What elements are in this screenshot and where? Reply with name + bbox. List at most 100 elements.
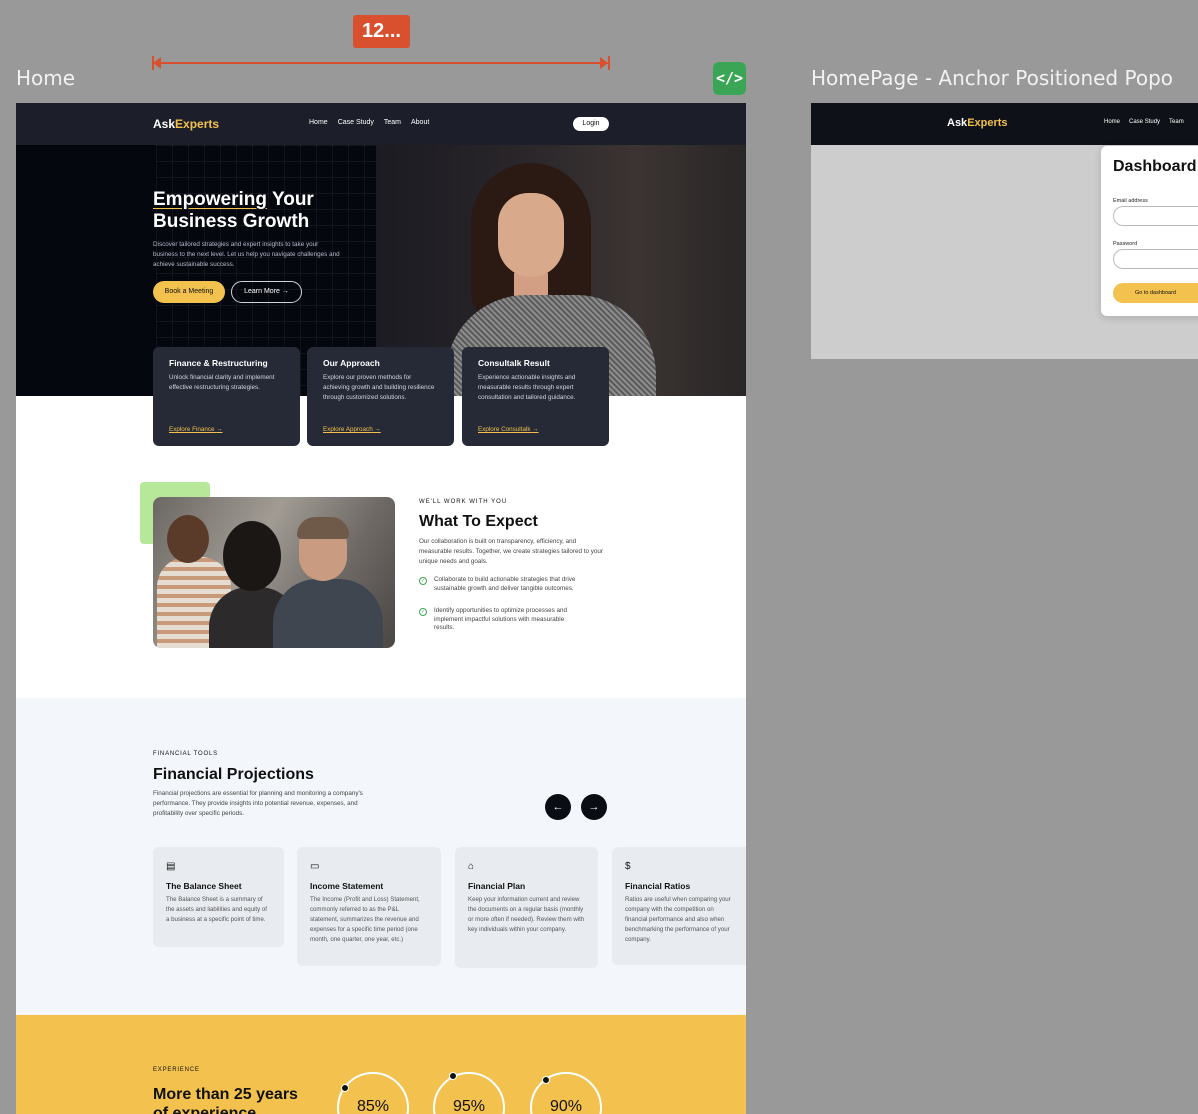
book-meeting-button[interactable]: Book a Meeting [153,281,225,303]
service-card-title: Our Approach [323,358,380,368]
popover-frame: AskExperts Home Case Study Team Dashboar… [811,103,1198,359]
password-field[interactable] [1113,249,1198,269]
hero-person-face [498,193,564,277]
person-head [167,515,209,563]
email-field[interactable] [1113,206,1198,226]
arrow-left-icon [153,57,161,69]
service-card-text: Experience actionable insights and measu… [478,374,576,401]
nav-link-team[interactable]: Team [1169,119,1184,125]
login-button[interactable]: Login [573,117,609,131]
carousel-next-button[interactable]: → [581,794,607,820]
go-to-dashboard-button[interactable]: Go to dashboard [1113,283,1198,303]
logo-text-experts: Experts [967,117,1008,129]
navbar: AskExperts Home Case Study Team About Lo… [16,103,746,145]
tools-description: Financial projections are essential for … [153,790,363,817]
tool-card-income-statement[interactable]: ▭ Income Statement The Income (Profit an… [297,847,441,966]
team-meeting-image [153,497,395,648]
link-label: Explore Finance [169,426,215,433]
tool-card-text: The Balance Sheet is a summary of the as… [166,896,267,923]
tool-card-title: Income Statement [310,881,384,891]
hero-title-line2: Business Growth [153,211,310,232]
logo[interactable]: AskExperts [153,117,219,131]
service-card-finance[interactable]: Finance & Restructuring Unlock financial… [153,347,300,446]
tools-kicker: FINANCIAL TOOLS [153,751,218,757]
explore-approach-link[interactable]: Explore Approach → [323,426,381,433]
stat-dot [449,1072,457,1080]
hero-description: Discover tailored strategies and expert … [153,241,340,268]
tools-title: Financial Projections [153,766,314,783]
learn-more-label: Learn More [244,288,280,295]
stat-dot [542,1076,550,1084]
home-frame: AskExperts Home Case Study Team About Lo… [16,103,746,1114]
service-card-approach[interactable]: Our Approach Explore our proven methods … [307,347,454,446]
arrow-right-icon: → [281,288,289,295]
explore-consultalk-link[interactable]: Explore Consultalk → [478,426,539,433]
nav-links: Home Case Study Team About [309,119,429,126]
tool-card-financial-ratios[interactable]: $ Financial Ratios Ratios are useful whe… [612,847,746,965]
logo-text-ask: Ask [153,117,176,131]
experience-title-line2: of experience [153,1105,257,1114]
service-card-title: Finance & Restructuring [169,358,268,368]
measure-tick-right [608,56,610,70]
check-circle-icon: ✓ [419,577,427,585]
dollar-icon: $ [625,861,631,872]
expect-point-1: Collaborate to build actionable strategi… [434,576,576,592]
expect-description: Our collaboration is built on transparen… [419,538,603,565]
nav-link-team[interactable]: Team [384,119,401,126]
dashboard-popover: Dashboard Email address Password Go to d… [1101,146,1198,316]
logo-text-ask: Ask [947,117,968,129]
experience-title: More than 25 years of experience [153,1085,298,1114]
experience-kicker: EXPERIENCE [153,1067,200,1073]
carousel-prev-button[interactable]: ← [545,794,571,820]
table-icon: ▤ [166,861,176,872]
dashboard-title: Dashboard [1113,158,1197,175]
service-card-consultalk[interactable]: Consultalk Result Experience actionable … [462,347,609,446]
expect-title: What To Expect [419,513,538,530]
logo-text-experts: Experts [175,117,220,131]
tool-card-text: Keep your information current and review… [468,896,585,933]
link-label: Explore Approach [323,426,373,433]
password-label: Password [1113,241,1138,247]
link-label: Explore Consultalk [478,426,531,433]
tool-card-balance-sheet[interactable]: ▤ The Balance Sheet The Balance Sheet is… [153,847,284,947]
logo[interactable]: AskExperts [947,117,1008,129]
measure-badge: 12... [353,15,410,48]
person-hair [223,521,281,591]
card-icon: ▭ [310,861,320,872]
nav-link-about[interactable]: About [411,119,429,126]
stat-dot [341,1084,349,1092]
learn-more-button[interactable]: Learn More → [231,281,302,303]
stat-value: 90% [549,1098,583,1114]
arrow-right-icon: → [216,426,223,433]
tool-card-title: The Balance Sheet [166,881,242,891]
person-hair-grey [297,517,349,539]
tool-card-title: Financial Ratios [625,881,691,891]
frame-label-homepage-popover[interactable]: HomePage - Anchor Positioned Popo [811,66,1173,90]
email-label: Email address [1113,198,1148,204]
tool-card-text: The Income (Profit and Loss) Statement, … [310,896,420,943]
frame-label-home[interactable]: Home [16,66,75,90]
hero-title: Empowering Your Business Growth [153,189,314,233]
nav-link-case-study[interactable]: Case Study [338,119,374,126]
tool-card-text: Ratios are useful when comparing your co… [625,896,731,943]
person-jacket [273,579,383,648]
explore-finance-link[interactable]: Explore Finance → [169,426,223,433]
nav-link-case-study[interactable]: Case Study [1129,119,1160,125]
nav-link-home[interactable]: Home [309,119,328,126]
arrow-right-icon: → [374,426,381,433]
bank-icon: ⌂ [468,861,475,872]
tool-card-title: Financial Plan [468,881,526,891]
arrow-right-icon: → [532,426,539,433]
nav-link-home[interactable]: Home [1104,119,1120,125]
tool-card-financial-plan[interactable]: ⌂ Financial Plan Keep your information c… [455,847,598,968]
measure-line [153,62,609,64]
stat-value: 95% [452,1098,486,1114]
expect-point-2: Identify opportunities to optimize proce… [434,607,568,631]
check-circle-icon: ✓ [419,608,427,616]
service-card-title: Consultalk Result [478,358,550,368]
arrow-left-icon: ← [552,801,564,813]
nav-links: Home Case Study Team [1104,119,1184,125]
arrow-right-icon [600,57,608,69]
arrow-right-icon: → [588,801,600,813]
code-icon[interactable]: </> [713,62,746,95]
